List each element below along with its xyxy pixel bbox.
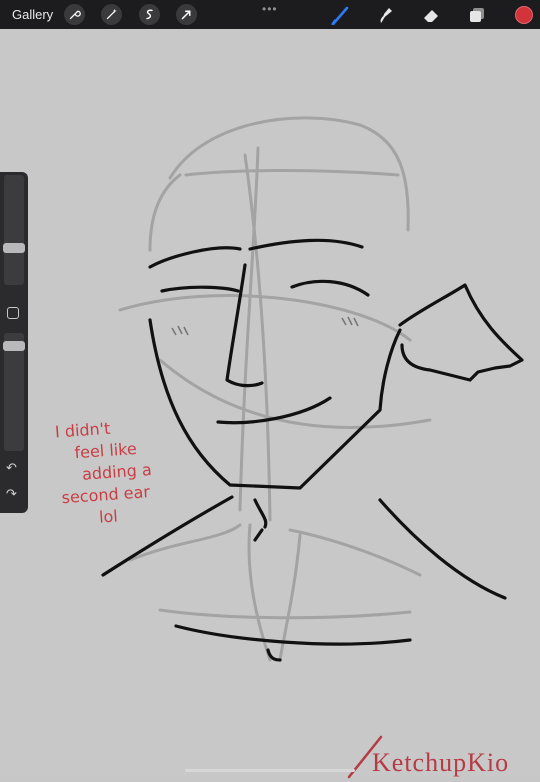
magic-wand-icon[interactable] xyxy=(101,4,122,25)
transform-arrow-icon[interactable] xyxy=(176,4,197,25)
redo-icon[interactable]: ↷ xyxy=(6,486,17,502)
selection-icon[interactable] xyxy=(139,4,160,25)
eraser-icon[interactable] xyxy=(421,5,441,25)
modify-button[interactable] xyxy=(7,307,19,319)
undo-icon[interactable]: ↶ xyxy=(6,460,17,476)
sketch-artwork xyxy=(101,116,524,662)
gallery-button[interactable]: Gallery xyxy=(12,7,53,22)
brush-icon[interactable] xyxy=(331,5,351,25)
wrench-icon[interactable] xyxy=(64,4,85,25)
more-menu-button[interactable]: ••• xyxy=(262,2,278,16)
side-toolbar: ↶ ↷ xyxy=(0,172,28,513)
opacity-slider[interactable] xyxy=(3,333,25,451)
handwritten-note: I didn't feel like adding a second ear l… xyxy=(48,412,195,531)
artist-signature: KetchupKio xyxy=(372,748,510,777)
layers-icon[interactable] xyxy=(467,5,487,25)
brush-size-thumb[interactable] xyxy=(3,243,25,253)
smudge-icon[interactable] xyxy=(375,5,395,25)
brush-size-slider[interactable] xyxy=(3,175,25,285)
home-indicator xyxy=(185,769,355,772)
drawing-canvas[interactable]: I didn't feel like adding a second ear l… xyxy=(0,29,540,779)
opacity-thumb[interactable] xyxy=(3,341,25,351)
color-picker-button[interactable] xyxy=(515,6,533,24)
top-toolbar: Gallery ••• xyxy=(0,0,540,29)
